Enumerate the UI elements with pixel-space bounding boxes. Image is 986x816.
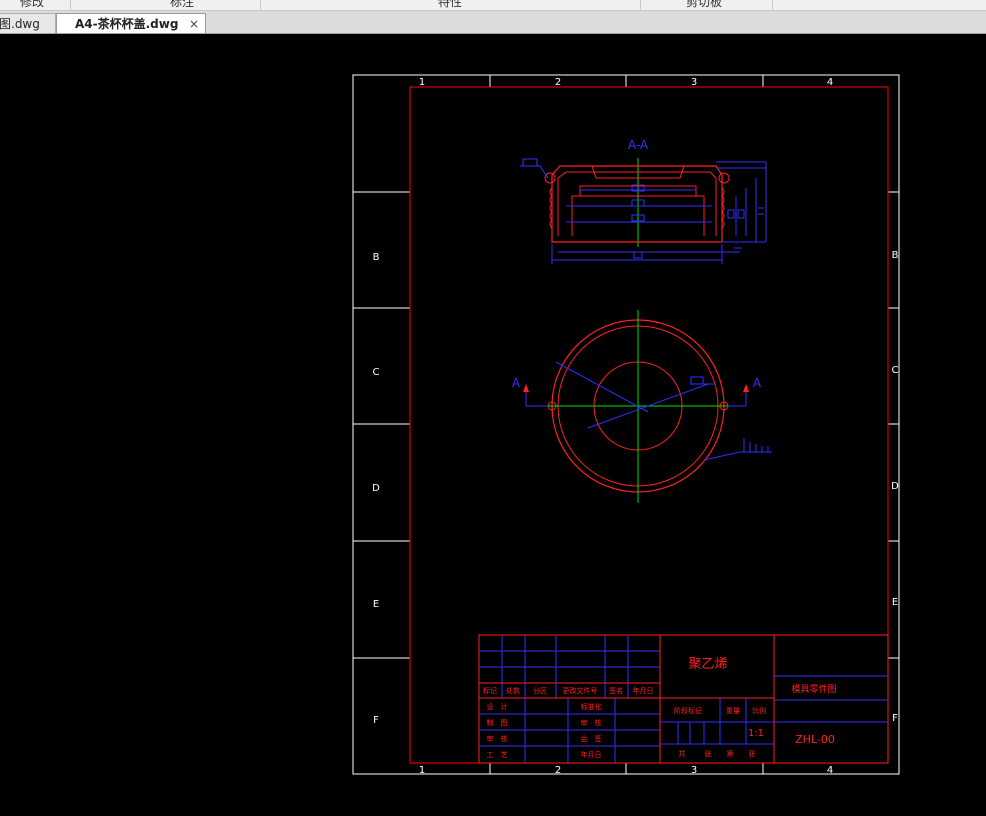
- ribbon-group-dimension[interactable]: 标注: [170, 0, 194, 10]
- tb-stage-label: 阶段标记: [674, 706, 702, 715]
- zone-letter-right: F: [892, 713, 898, 724]
- ribbon-separator: [70, 0, 71, 10]
- ribbon-group-properties[interactable]: 特性: [438, 0, 462, 10]
- zone-letter-left: E: [373, 599, 379, 610]
- ribbon: 修改 标注 特性 剪切板: [0, 0, 986, 11]
- sheet-outer-border: [352, 74, 900, 775]
- zone-letter-left: D: [372, 483, 380, 494]
- tb-row-label: 审 核: [487, 734, 508, 743]
- top-view: A A: [512, 310, 772, 503]
- lid-outer-profile: [551, 165, 723, 243]
- ribbon-separator: [260, 0, 261, 10]
- tb-row-label: 标准化: [581, 702, 602, 711]
- zone-letter-right: B: [892, 250, 899, 261]
- section-arrow-left: [523, 384, 529, 392]
- zone-letter-left: C: [373, 367, 380, 378]
- section-label: A-A: [628, 138, 649, 152]
- tab-drawing-1[interactable]: 图.dwg: [0, 13, 56, 33]
- zone-number-top: 2: [555, 77, 561, 88]
- zone-number-bottom: 3: [691, 765, 697, 776]
- tb-sheet-cell: 张: [705, 749, 712, 758]
- left-zone-dividers: [353, 191, 410, 659]
- tab-drawing-cup-lid[interactable]: A4-茶杯杯盖.dwg ×: [56, 13, 206, 33]
- drawing-frame: [409, 86, 889, 764]
- tb-row-label: 工 艺: [487, 751, 508, 759]
- title-block: 标记 处数 分区 更改文件号 签名 年月日 设 计 标准化 制 图 审 核 审 …: [478, 634, 889, 764]
- right-zone-ticks: [888, 191, 899, 659]
- document-tab-bar: 图.dwg A4-茶杯杯盖.dwg ×: [0, 11, 986, 34]
- zone-letter-right: D: [891, 481, 899, 492]
- tb-sheet-cell: 共: [679, 749, 686, 758]
- tb-row-label: 年月日: [581, 750, 602, 759]
- zone-number-bottom: 2: [555, 765, 561, 776]
- zone-number-bottom: 1: [419, 765, 425, 776]
- tb-row-label: 设 计: [487, 702, 508, 711]
- drawing-svg: 1 2 3 4 1 2 3 4 B C D E F B C D E F A-A: [352, 74, 900, 776]
- zone-number-top: 4: [827, 77, 833, 88]
- top-view-leaders: [525, 361, 772, 461]
- ribbon-separator: [772, 0, 773, 10]
- section-dimensions: [520, 158, 767, 264]
- tb-drawing-number: ZHL-00: [795, 733, 835, 746]
- tb-scale-label: 比例: [752, 706, 766, 715]
- border-letters: B C D E F B C D E F: [372, 250, 899, 726]
- drawing-canvas[interactable]: 1 2 3 4 1 2 3 4 B C D E F B C D E F A-A: [0, 34, 986, 811]
- section-arrow-right: [743, 384, 749, 392]
- zone-number-top: 1: [419, 77, 425, 88]
- tb-row-label: 制 图: [487, 718, 508, 727]
- zone-letter-right: E: [892, 597, 898, 608]
- zone-letter-left: B: [373, 252, 380, 263]
- zone-number-bottom: 4: [827, 765, 833, 776]
- tb-header-cell: 标记: [483, 686, 497, 695]
- tb-row-label: 审 核: [581, 718, 602, 727]
- tb-scale-value: 1:1: [748, 728, 764, 739]
- ribbon-group-clipboard[interactable]: 剪切板: [686, 0, 722, 10]
- zone-letter-left: F: [373, 715, 379, 726]
- ribbon-separator: [640, 0, 641, 10]
- tb-row-label: 会 签: [581, 734, 602, 743]
- ribbon-group-modify[interactable]: 修改: [20, 0, 44, 10]
- tb-sheet-cell: 第: [727, 749, 734, 758]
- zone-number-top: 3: [691, 77, 697, 88]
- border-numbers: 1 2 3 4 1 2 3 4: [419, 77, 833, 776]
- tb-header-cell: 分区: [533, 686, 547, 695]
- tb-header-cell: 处数: [506, 686, 520, 695]
- tb-header-cell: 更改文件号: [563, 686, 598, 695]
- close-icon[interactable]: ×: [189, 14, 199, 34]
- tb-header-cell: 年月日: [633, 686, 654, 695]
- tb-material: 聚乙烯: [688, 657, 727, 672]
- tb-weight-label: 重量: [726, 707, 740, 715]
- tb-sheet-cell: 张: [749, 749, 756, 758]
- tab-label: A4-茶杯杯盖.dwg: [75, 17, 179, 31]
- section-letter-right: A: [753, 376, 762, 390]
- section-view: A-A: [520, 138, 767, 264]
- section-letter-left: A: [512, 376, 521, 390]
- tb-drawing-type: 模具零件图: [791, 683, 836, 695]
- tab-label: 图.dwg: [0, 17, 40, 31]
- tb-header-cell: 签名: [609, 686, 623, 695]
- zone-letter-right: C: [892, 365, 899, 376]
